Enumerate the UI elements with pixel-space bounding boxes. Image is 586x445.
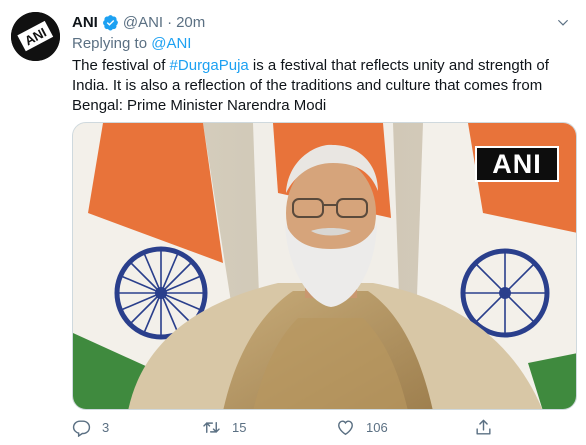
author-name[interactable]: ANI [72,14,98,31]
retweet-button[interactable]: 15 [202,418,246,437]
tweet-text: The festival of #DurgaPuja is a festival… [72,56,572,116]
ani-logo-icon: ANI [11,12,60,61]
heart-icon [338,420,353,436]
retweet-count: 15 [232,420,247,435]
ani-watermark: ANI [475,146,559,182]
separator-dot: · [167,13,173,31]
avatar[interactable]: ANI [11,12,60,61]
like-count: 106 [366,420,388,435]
verified-badge-icon [102,14,118,31]
replying-to-link[interactable]: @ANI [151,35,191,52]
tweet-timestamp[interactable]: 20m [176,14,205,31]
tweet-card[interactable]: ANI ANI @ANI · 20m Replying to @ANI The … [0,0,586,445]
tweet-actions: 3 15 106 [72,418,572,442]
replying-prefix: Replying to [72,35,148,52]
chevron-down-icon[interactable] [554,14,572,32]
tweet-header: ANI @ANI · 20m [72,11,205,33]
tweet-media[interactable]: ANI [72,122,577,410]
retweet-icon [203,422,220,433]
tweet-text-start: The festival of [72,57,170,74]
reply-button[interactable]: 3 [72,418,109,437]
replying-to: Replying to @ANI [72,35,191,52]
hashtag-link[interactable]: #DurgaPuja [170,57,249,74]
like-button[interactable]: 106 [336,418,388,437]
share-button[interactable] [474,418,504,437]
reply-icon [72,420,91,437]
author-handle[interactable]: @ANI [123,14,163,31]
share-icon [476,419,491,435]
reply-count: 3 [102,420,110,435]
